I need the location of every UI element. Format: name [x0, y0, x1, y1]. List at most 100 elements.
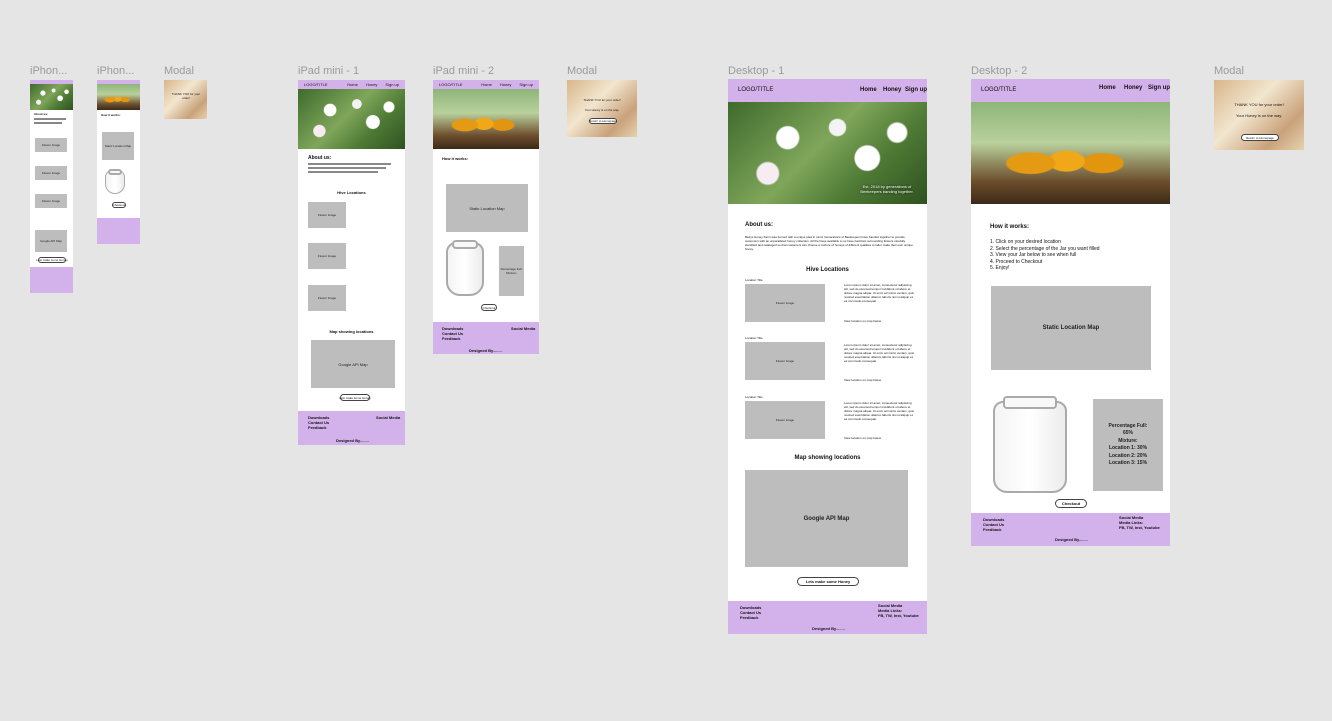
- frame-label-ipad-1[interactable]: iPad mini - 1: [298, 65, 359, 77]
- how-title: How it works:: [101, 113, 121, 117]
- view-location-link[interactable]: View location on map below: [844, 319, 881, 323]
- jar-image: [446, 240, 484, 296]
- footer: [30, 267, 73, 293]
- about-title: About us:: [308, 155, 332, 161]
- flower-image: Flower Image: [35, 138, 67, 152]
- desktop-frame-1[interactable]: LOGO/TITLE Home Honey Sign up Est. 2018 …: [728, 79, 927, 634]
- hero-image: [433, 89, 539, 149]
- hero-image: Est. 2018 by generations of Beekeepers b…: [728, 102, 927, 204]
- about-text: Bettys Honey Farm was formed with a uniq…: [745, 235, 913, 251]
- jar-image: [105, 169, 125, 194]
- logo[interactable]: LOGO/TITLE: [304, 82, 328, 87]
- footer-links[interactable]: FB, TW, Inst, Youtube: [1119, 525, 1160, 530]
- desktop-frame-2[interactable]: LOGO/TITLE Home Honey Sign up How it wor…: [971, 79, 1170, 546]
- flower-image: Flower Image: [35, 166, 67, 180]
- designed-by: Designed By........: [336, 438, 369, 443]
- footer: Downloads Contact Us Feedback Social Media…: [298, 411, 405, 445]
- return-home-button[interactable]: Return to Homepage: [1241, 134, 1279, 141]
- hero-image: [97, 84, 140, 110]
- modal-frame-large[interactable]: THANK YOU for your order! Your Honey is …: [1214, 80, 1304, 150]
- google-map: Google API Map: [745, 470, 908, 567]
- designed-by: Designed By........: [469, 348, 502, 353]
- footer-social: Social Media: [511, 326, 536, 331]
- location-title: Location Title: [745, 395, 763, 399]
- nav-home[interactable]: Home: [347, 82, 358, 87]
- make-honey-button[interactable]: Lets make some Honey: [339, 394, 371, 401]
- footer-links[interactable]: FB, TW, Inst, Youtube: [878, 613, 919, 618]
- header-bar: LOGO/TITLE Home Honey Sign up: [728, 79, 927, 102]
- header-bar: LOGO/TITLE Home Honey Sign up: [433, 80, 539, 89]
- return-home-button[interactable]: Return to Homepage: [589, 118, 617, 124]
- hive-title: Hive Locations: [337, 190, 366, 195]
- modal-onway: Your Honey is on the way.: [584, 108, 620, 112]
- nav-honey[interactable]: Honey: [883, 87, 901, 93]
- frame-label-desktop-1[interactable]: Desktop - 1: [728, 65, 784, 77]
- iphone-frame-2[interactable]: How it works: Static Location Map Checko…: [97, 80, 140, 244]
- iphone-frame-1[interactable]: About us: Flower Image Flower Image Flow…: [30, 80, 73, 293]
- nav-home[interactable]: Home: [860, 87, 877, 93]
- footer-feedback[interactable]: Feedback: [740, 615, 761, 620]
- flower-image: Flower Image: [35, 194, 67, 208]
- modal-thanks: THANK YOU for your order!: [171, 92, 201, 100]
- frame-label-iphone-2[interactable]: iPhon...: [97, 65, 134, 77]
- modal-thanks: THANK YOU for your order!: [583, 98, 621, 102]
- nav-signup[interactable]: Sign up: [1148, 85, 1170, 91]
- view-location-link[interactable]: View location on map below: [844, 378, 881, 382]
- ipad-frame-2[interactable]: LOGO/TITLE Home Honey Sign up How it works…: [433, 80, 539, 354]
- footer-social: Social Media: [376, 415, 401, 420]
- frame-label-modal-mid[interactable]: Modal: [567, 65, 597, 77]
- how-title: How it works:: [990, 224, 1030, 230]
- modal-frame-small[interactable]: THANK YOU for your order!: [164, 80, 207, 119]
- nav-signup[interactable]: Sign up: [905, 87, 927, 93]
- logo[interactable]: LOGO/TITLE: [981, 87, 1016, 93]
- nav-honey[interactable]: Honey: [366, 82, 378, 87]
- frame-label-desktop-2[interactable]: Desktop - 2: [971, 65, 1027, 77]
- static-map: Static Location Map: [446, 184, 528, 232]
- footer-feedback[interactable]: Feedback: [308, 425, 329, 430]
- hero-image: [298, 89, 405, 149]
- view-location-link[interactable]: View location on map below: [844, 436, 881, 440]
- flower-image: Flower Image: [745, 401, 825, 439]
- about-title: About us:: [34, 112, 48, 116]
- hive-title: Hive Locations: [806, 267, 849, 273]
- percentage-panel: Percentage Full: 65% Mixture: Location 1…: [1093, 399, 1163, 491]
- frame-label-modal-small[interactable]: Modal: [164, 65, 194, 77]
- nav-honey[interactable]: Honey: [500, 82, 512, 87]
- percentage-value: 65%: [1122, 430, 1133, 436]
- footer: Downloads Contact Us Feedback Social Media…: [971, 513, 1170, 546]
- flower-image: Flower Image: [308, 285, 346, 311]
- nav-home[interactable]: Home: [1099, 85, 1116, 91]
- footer: [97, 218, 140, 244]
- modal-frame-mid[interactable]: THANK YOU for your order! Your Honey is …: [567, 80, 637, 137]
- nav-signup[interactable]: Sign up: [385, 82, 399, 87]
- nav-home[interactable]: Home: [481, 82, 492, 87]
- footer-feedback[interactable]: Feedback: [442, 336, 463, 341]
- hero-image: [30, 84, 73, 110]
- checkout-button[interactable]: Checkout: [1055, 499, 1087, 508]
- frame-label-iphone-1[interactable]: iPhon...: [30, 65, 67, 77]
- frame-label-modal-large[interactable]: Modal: [1214, 65, 1244, 77]
- nav-signup[interactable]: Sign up: [519, 82, 533, 87]
- location-body: Lorem ipsum dolor sit amet, consectetur …: [844, 343, 914, 363]
- ipad-frame-1[interactable]: LOGO/TITLE Home Honey Sign up About us: Hi…: [298, 80, 405, 445]
- make-honey-button[interactable]: Lets make some Honey: [36, 257, 68, 263]
- header-bar: LOGO/TITLE Home Honey Sign up: [971, 79, 1170, 102]
- logo[interactable]: LOGO/TITLE: [439, 82, 463, 87]
- header-bar: LOGO/TITLE Home Honey Sign up: [298, 80, 405, 89]
- about-title: About us:: [745, 222, 773, 228]
- percentage-panel: Percentage Full: Mixture:: [499, 246, 524, 296]
- designed-by: Designed By........: [812, 626, 845, 631]
- designed-by: Designed By........: [1055, 537, 1088, 542]
- jar-image: [993, 395, 1067, 493]
- modal-onway: Your Honey is on the way.: [1235, 113, 1283, 118]
- make-honey-button[interactable]: Lets make some Honey: [797, 577, 859, 586]
- checkout-button[interactable]: Checkout: [112, 202, 126, 208]
- footer-feedback[interactable]: Feedback: [983, 527, 1004, 532]
- location-1-share: Location 1: 30%: [1108, 445, 1148, 451]
- frame-label-ipad-2[interactable]: iPad mini - 2: [433, 65, 494, 77]
- checkout-button[interactable]: Checkout: [481, 304, 497, 311]
- nav-honey[interactable]: Honey: [1124, 85, 1142, 91]
- location-body: Lorem ipsum dolor sit amet, consectetur …: [844, 401, 914, 421]
- logo[interactable]: LOGO/TITLE: [738, 87, 773, 93]
- footer: Downloads Contact Us Feedback Social Media…: [728, 601, 927, 634]
